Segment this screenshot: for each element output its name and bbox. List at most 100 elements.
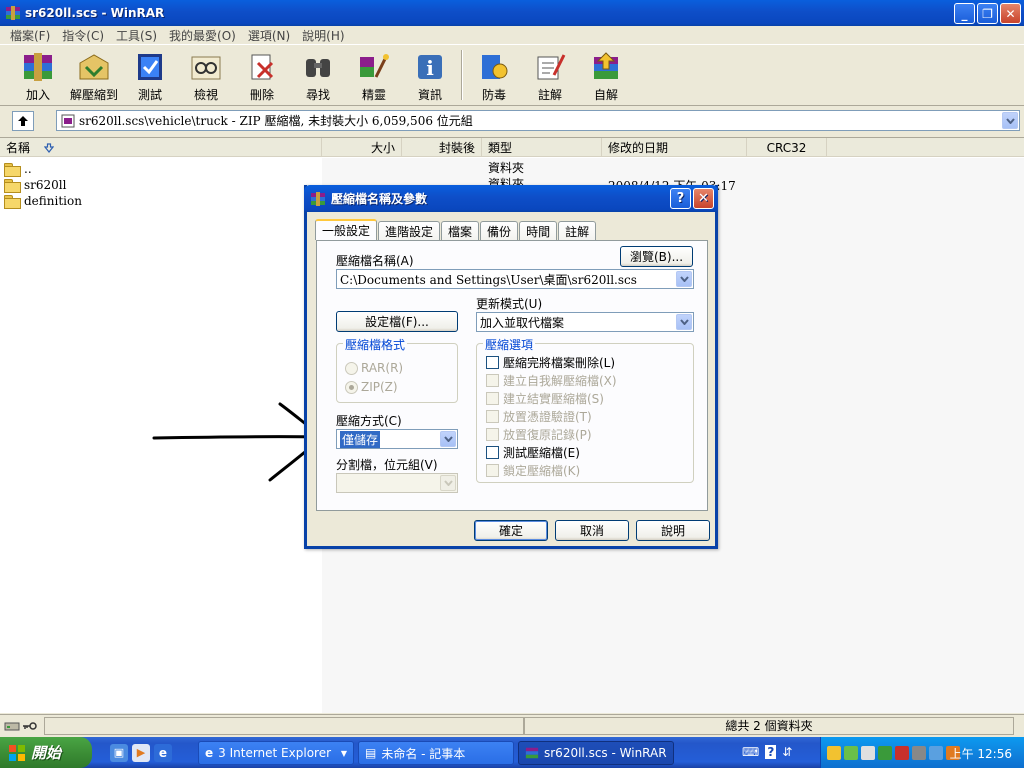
compression-method-dropdown[interactable] [440, 431, 456, 447]
help-icon: ? [676, 191, 685, 206]
tab-time[interactable]: 時間 [519, 221, 558, 240]
toolbar-comment-button[interactable]: 註解 [522, 46, 578, 104]
update-mode-dropdown[interactable] [676, 314, 692, 330]
dialog-titlebar[interactable]: 壓縮檔名稱及參數 ? ✕ [304, 185, 718, 212]
security-shield-icon[interactable] [827, 745, 841, 760]
task-internet-explorer[interactable]: e 3 Internet Explorer ▼ [198, 741, 354, 765]
menu-file[interactable]: 檔案(F) [4, 27, 56, 44]
toolbar-virus-scan-button[interactable]: 防毒 [466, 46, 522, 104]
tab-general[interactable]: 一般設定 [315, 219, 378, 240]
delete-icon [251, 54, 274, 80]
toolbar-find-label: 尋找 [305, 88, 330, 102]
column-crc32[interactable]: CRC32 [747, 138, 827, 157]
folder-icon [4, 194, 21, 209]
help-icon[interactable]: ? [765, 745, 777, 759]
dialog-close-button[interactable]: ✕ [693, 188, 714, 209]
toolbar-comment-label: 註解 [537, 88, 562, 102]
menu-options[interactable]: 選項(N) [242, 27, 296, 44]
toolbar-test-button[interactable]: 測試 [122, 46, 178, 104]
cancel-button[interactable]: 取消 [555, 520, 629, 541]
toolbar-sfx-button[interactable]: 自解 [578, 46, 634, 104]
dialog-help-button[interactable]: ? [670, 188, 691, 209]
file-row[interactable]: sr620ll [4, 176, 66, 193]
media-player-icon: ▶ [136, 746, 146, 759]
column-name[interactable]: 名稱 [0, 138, 322, 157]
toolbar-extract-button[interactable]: 解壓縮到 [66, 46, 122, 104]
compression-method-combo[interactable]: 僅儲存 [336, 429, 458, 449]
up-folder-button[interactable] [12, 111, 34, 131]
column-packed[interactable]: 封裝後 [402, 138, 482, 157]
radio-icon [345, 361, 358, 375]
column-modified[interactable]: 修改的日期 [602, 138, 747, 157]
update-icon[interactable] [878, 745, 892, 760]
option-label: 建立結實壓縮檔(S) [503, 391, 604, 406]
winrar-app-icon [6, 6, 20, 20]
toolbar-view-button[interactable]: 檢視 [178, 46, 234, 104]
language-icon[interactable]: ⇵ [782, 745, 792, 759]
task-notepad[interactable]: ▤ 未命名 - 記事本 [358, 741, 514, 765]
close-button[interactable]: ✕ [1000, 3, 1021, 24]
column-type[interactable]: 類型 [482, 138, 602, 157]
option-delete-after[interactable]: 壓縮完將檔案刪除(L) [486, 354, 615, 370]
volume-icon[interactable] [912, 745, 926, 760]
start-label: 開始 [31, 744, 62, 762]
display-icon[interactable] [929, 745, 943, 760]
status-left [44, 716, 524, 735]
start-button[interactable]: 開始 [0, 737, 92, 768]
toolbar-add-button[interactable]: 加入 [10, 46, 66, 104]
option-test[interactable]: 測試壓縮檔(E) [486, 444, 580, 460]
messenger-icon[interactable] [861, 745, 875, 760]
option-label: 建立自我解壓縮檔(X) [503, 373, 617, 388]
minimize-icon: _ [961, 6, 968, 21]
address-combo[interactable]: sr620ll.scs\vehicle\truck - ZIP 壓縮檔, 未封裝… [56, 110, 1020, 131]
browse-button[interactable]: 瀏覽(B)... [620, 246, 693, 267]
tab-files[interactable]: 檔案 [441, 221, 480, 240]
window-titlebar[interactable]: sr620ll.scs - WinRAR _ ❐ ✕ [0, 0, 1024, 26]
toolbar-wizard-button[interactable]: 精靈 [346, 46, 402, 104]
menu-tools[interactable]: 工具(S) [110, 27, 163, 44]
column-size[interactable]: 大小 [322, 138, 402, 157]
checkbox-icon [486, 427, 499, 441]
archive-name-dropdown[interactable] [676, 271, 692, 287]
tab-comment[interactable]: 註解 [558, 221, 597, 240]
tab-backup[interactable]: 備份 [480, 221, 519, 240]
tab-advanced[interactable]: 進階設定 [378, 221, 441, 240]
clock[interactable]: 上午 12:56 [950, 745, 1012, 762]
internet-explorer-icon: e [205, 746, 214, 760]
file-row-parent[interactable]: .. [4, 160, 32, 177]
menu-favorites[interactable]: 我的最愛(O) [163, 27, 242, 44]
status-bar: 總共 2 個資料夾 [0, 714, 1024, 736]
chevron-down-icon [443, 436, 453, 442]
profiles-button[interactable]: 設定檔(F)... [336, 311, 458, 332]
extract-to-icon [79, 54, 109, 80]
minimize-button[interactable]: _ [954, 3, 975, 24]
quick-launch-item[interactable]: ▶ [132, 743, 150, 762]
restore-button[interactable]: ❐ [977, 3, 998, 24]
compression-method-label: 壓縮方式(C) [336, 414, 402, 428]
quick-launch-item[interactable]: e [154, 743, 172, 762]
option-sfx: 建立自我解壓縮檔(X) [486, 372, 617, 388]
toolbar-delete-button[interactable]: 刪除 [234, 46, 290, 104]
menu-help[interactable]: 說明(H) [296, 27, 350, 44]
task-winrar[interactable]: sr620ll.scs - WinRAR [518, 741, 674, 765]
address-dropdown-button[interactable] [1002, 112, 1018, 129]
address-path: sr620ll.scs\vehicle\truck - ZIP 壓縮檔, 未封裝… [79, 114, 473, 128]
update-mode-combo[interactable]: 加入並取代檔案 [476, 312, 694, 332]
checkbox-icon [486, 409, 499, 423]
toolbar-delete-label: 刪除 [249, 88, 274, 102]
antivirus-icon[interactable] [895, 745, 909, 760]
chevron-down-icon: ▼ [340, 748, 347, 758]
keyboard-icon[interactable]: ⌨ [742, 745, 759, 759]
column-size-label: 大小 [370, 141, 395, 155]
quick-launch-item[interactable]: ▣ [110, 743, 128, 762]
toolbar-info-button[interactable]: i 資訊 [402, 46, 458, 104]
task-label: 未命名 - 記事本 [381, 746, 466, 761]
network-icon[interactable] [844, 745, 858, 760]
menu-commands[interactable]: 指令(C) [56, 27, 110, 44]
toolbar-find-button[interactable]: 尋找 [290, 46, 346, 104]
option-label: 壓縮完將檔案刪除(L) [503, 355, 616, 370]
archive-name-combo[interactable]: C:\Documents and Settings\User\桌面\sr620l… [336, 269, 694, 289]
file-row[interactable]: definition [4, 192, 82, 209]
ok-button[interactable]: 確定 [474, 520, 548, 541]
help-button[interactable]: 說明 [636, 520, 710, 541]
